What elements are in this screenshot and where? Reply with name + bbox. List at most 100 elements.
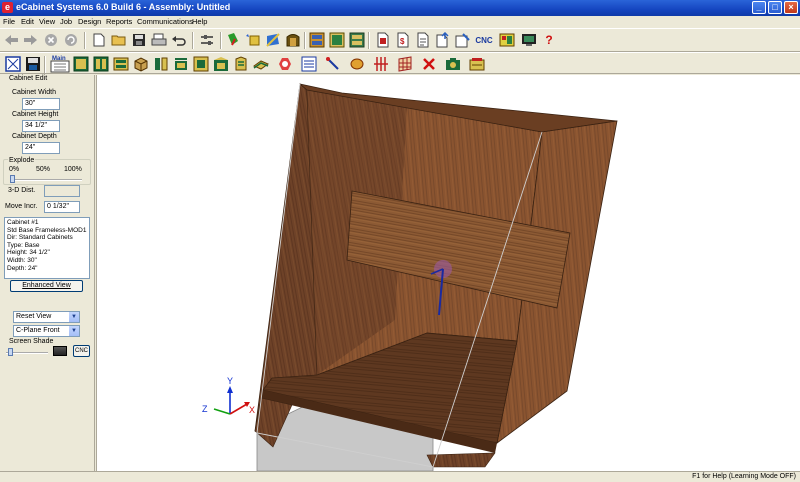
- z-axis-label: Z: [202, 404, 208, 414]
- camera-icon[interactable]: [444, 55, 462, 73]
- move-incr-input[interactable]: 0 1/32": [44, 201, 80, 213]
- cabinet-icon[interactable]: [72, 55, 90, 73]
- cabinet-width-input[interactable]: 30": [22, 98, 60, 110]
- toolbar-separator: [44, 56, 46, 73]
- sparkle-icon[interactable]: [244, 31, 262, 49]
- enhanced-view-button[interactable]: Enhanced View: [10, 280, 83, 292]
- dist-input[interactable]: [44, 185, 80, 197]
- x-axis-line: [229, 403, 248, 415]
- refresh-icon[interactable]: [62, 31, 80, 49]
- tools-icon[interactable]: [454, 31, 472, 49]
- panel-icon[interactable]: [192, 55, 210, 73]
- document-icon[interactable]: [414, 31, 432, 49]
- app-window: e eCabinet Systems 6.0 Build 6 - Assembl…: [0, 0, 800, 482]
- help-label: ?: [545, 33, 553, 47]
- menu-help[interactable]: Help: [192, 17, 207, 26]
- new-file-icon[interactable]: [90, 31, 108, 49]
- main-label: Main: [52, 56, 66, 62]
- back-arrow-icon[interactable]: [2, 31, 20, 49]
- cnc-label: CNC: [475, 35, 493, 45]
- save-view-icon[interactable]: [24, 55, 42, 73]
- reset-view-value: Reset View: [16, 313, 52, 320]
- monitor-icon[interactable]: [520, 31, 538, 49]
- help-icon[interactable]: ?: [540, 31, 558, 49]
- chevron-down-icon[interactable]: ▼: [69, 312, 79, 322]
- info-line: Dir: Standard Cabinets: [7, 234, 73, 242]
- toolbar-separator: [84, 32, 86, 49]
- close-button[interactable]: ×: [784, 1, 798, 14]
- undo-icon[interactable]: [170, 31, 188, 49]
- cube-icon[interactable]: [264, 31, 282, 49]
- parts-icon[interactable]: [172, 55, 190, 73]
- reset-view-select[interactable]: Reset View ▼: [13, 311, 80, 323]
- 3d-viewport[interactable]: Y X Z: [96, 75, 800, 471]
- dist-label: 3-D Dist.: [8, 187, 36, 194]
- drawer-icon[interactable]: [112, 55, 130, 73]
- print-icon[interactable]: [150, 31, 168, 49]
- cabinet-list-icon[interactable]: [308, 31, 326, 49]
- cabinet-depth-input[interactable]: 24": [22, 142, 60, 154]
- menu-view[interactable]: View: [39, 17, 55, 26]
- minimize-button[interactable]: _: [752, 1, 766, 14]
- info-line: Std Base Frameless-MOD1: [7, 226, 87, 234]
- close-red-icon[interactable]: [420, 55, 438, 73]
- report-icon[interactable]: [374, 31, 392, 49]
- texture-icon[interactable]: [348, 55, 366, 73]
- table-icon[interactable]: [232, 55, 250, 73]
- dimension-icon[interactable]: [300, 55, 318, 73]
- info-line: Depth: 24": [7, 264, 38, 272]
- cnc-icon[interactable]: CNC: [474, 31, 494, 49]
- menu-file[interactable]: File: [3, 17, 15, 26]
- cabinet-blue-icon[interactable]: [328, 31, 346, 49]
- maximize-button[interactable]: □: [768, 1, 782, 14]
- menu-design[interactable]: Design: [78, 17, 101, 26]
- stop-icon[interactable]: [42, 31, 60, 49]
- cabinet-edit-panel: Cabinet Edit Cabinet Width 30" Cabinet H…: [0, 75, 95, 471]
- menu-edit[interactable]: Edit: [21, 17, 34, 26]
- save-icon[interactable]: [130, 31, 148, 49]
- explode-tick-100: 100%: [64, 166, 82, 173]
- menu-communications[interactable]: Communications: [137, 17, 193, 26]
- shelf-icon[interactable]: [252, 55, 270, 73]
- menu-job[interactable]: Job: [60, 17, 72, 26]
- toolbox-icon[interactable]: [468, 55, 486, 73]
- z-axis-line: [213, 408, 231, 415]
- info-line: Width: 30": [7, 256, 37, 264]
- main-icon[interactable]: Main: [50, 55, 70, 73]
- pencil-icon[interactable]: [324, 55, 342, 73]
- door-icon[interactable]: [284, 31, 302, 49]
- chevron-down-icon[interactable]: ▼: [69, 326, 79, 336]
- plane-select[interactable]: C-Plane Front ▼: [13, 325, 80, 337]
- shade-color-swatch[interactable]: [53, 346, 67, 356]
- export-icon[interactable]: [434, 31, 452, 49]
- cabinet-height-input[interactable]: 34 1/2": [22, 120, 60, 132]
- explode-slider[interactable]: [10, 175, 15, 183]
- explode-tick-50: 50%: [36, 166, 51, 173]
- cabinet-green-icon[interactable]: [348, 31, 366, 49]
- panel-title: Cabinet Edit: [9, 75, 48, 82]
- grid-icon[interactable]: [372, 55, 390, 73]
- cabinet2-icon[interactable]: [92, 55, 110, 73]
- layers-icon[interactable]: [152, 55, 170, 73]
- cnc-button[interactable]: CNC: [73, 345, 90, 357]
- paint-icon[interactable]: [224, 31, 242, 49]
- cabinet-green-icon[interactable]: [212, 55, 230, 73]
- cabinet-height-label: Cabinet Height: [12, 111, 59, 118]
- settings-icon[interactable]: [198, 31, 216, 49]
- open-folder-icon[interactable]: [110, 31, 128, 49]
- view-front-icon[interactable]: [4, 55, 22, 73]
- box-icon[interactable]: [132, 55, 150, 73]
- price-icon[interactable]: $: [394, 31, 412, 49]
- table-grid-icon[interactable]: [396, 55, 414, 73]
- cabinet-depth-label: Cabinet Depth: [12, 133, 57, 140]
- layout-icon[interactable]: [498, 31, 516, 49]
- menu-reports[interactable]: Reports: [106, 17, 132, 26]
- design-toolbar: Main: [0, 52, 800, 74]
- cabinet-width-label: Cabinet Width: [12, 89, 56, 96]
- screen-shade-slider[interactable]: [7, 348, 13, 356]
- forward-arrow-icon[interactable]: [22, 31, 40, 49]
- info-line: Cabinet #1: [7, 219, 39, 226]
- hardware-icon[interactable]: [276, 55, 294, 73]
- explode-tick-0: 0%: [9, 166, 20, 173]
- info-line: Height: 34 1/2": [7, 249, 50, 257]
